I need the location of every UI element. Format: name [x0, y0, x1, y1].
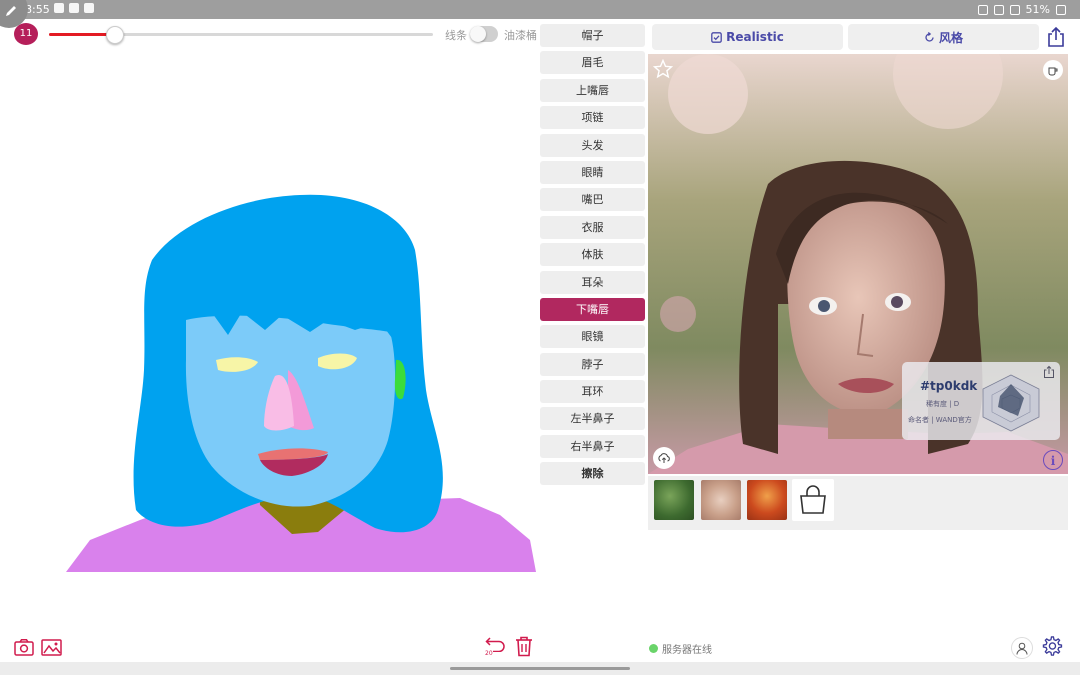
- brush-size-slider[interactable]: [49, 26, 433, 44]
- part-button[interactable]: 右半鼻子: [540, 434, 645, 458]
- thumbnail-autumn[interactable]: [747, 480, 787, 520]
- generated-image[interactable]: i #tp0kdk 稀有度 | D 命名者 | WAND官方: [648, 54, 1068, 474]
- home-gesture-pill[interactable]: [450, 667, 630, 670]
- server-status: 服务器在线: [649, 641, 712, 656]
- part-button[interactable]: 擦除: [540, 462, 645, 486]
- cup-button[interactable]: [1043, 60, 1063, 80]
- checkbox-icon: [711, 31, 722, 43]
- part-button[interactable]: 眼睛: [540, 160, 645, 184]
- thumbnail-foliage[interactable]: [654, 480, 694, 520]
- paint-mode-toggle[interactable]: [470, 26, 498, 42]
- part-button[interactable]: 眼镜: [540, 325, 645, 349]
- battery-icon: [1056, 4, 1066, 15]
- share-icon[interactable]: [1044, 25, 1068, 49]
- thumbnail-floral[interactable]: [701, 480, 741, 520]
- part-list: 帽子眉毛上嘴唇项链头发眼睛嘴巴衣服体肤耳朵下嘴唇眼镜脖子耳环左半鼻子右半鼻子擦除: [540, 24, 645, 490]
- part-button[interactable]: 衣服: [540, 215, 645, 239]
- result-namer: 命名者 | WAND官方: [908, 416, 972, 424]
- battery-level: 51%: [1025, 3, 1050, 16]
- slider-thumb[interactable]: [106, 26, 125, 44]
- image-icon[interactable]: [41, 639, 62, 656]
- result-rarity: 稀有度 | D: [926, 400, 960, 408]
- part-button[interactable]: 体肤: [540, 243, 645, 267]
- upload-button[interactable]: [653, 447, 675, 469]
- part-button[interactable]: 耳环: [540, 380, 645, 404]
- notification-image-icon: [54, 3, 64, 13]
- part-button[interactable]: 项链: [540, 106, 645, 130]
- part-button[interactable]: 眉毛: [540, 51, 645, 75]
- server-status-label: 服务器在线: [662, 645, 712, 656]
- style-label: 风格: [938, 30, 963, 45]
- realistic-mode-button[interactable]: Realistic: [652, 24, 843, 50]
- part-button[interactable]: 耳朵: [540, 270, 645, 294]
- user-icon: [1016, 642, 1028, 655]
- part-button[interactable]: 脖子: [540, 352, 645, 376]
- brush-size-badge[interactable]: 11: [14, 23, 38, 45]
- cloud-upload-icon: [658, 453, 670, 463]
- camera-icon[interactable]: [14, 639, 34, 656]
- cup-icon: [1048, 67, 1058, 76]
- notification-icons: [54, 3, 94, 13]
- network-icon: [977, 4, 988, 15]
- pen-icon: [6, 6, 16, 16]
- notification-bag-icon: [69, 3, 79, 13]
- part-button[interactable]: 头发: [540, 133, 645, 157]
- part-button[interactable]: 下嘴唇: [540, 297, 645, 321]
- lines-label: 线条: [445, 29, 467, 42]
- style-mode-button[interactable]: 风格: [848, 24, 1039, 50]
- part-button[interactable]: 嘴巴: [540, 188, 645, 212]
- refresh-icon: [925, 31, 934, 42]
- part-button[interactable]: 帽子: [540, 24, 645, 47]
- style-thumbnails: [648, 476, 1068, 530]
- notification-bag-icon: [84, 3, 94, 13]
- realistic-label: Realistic: [726, 30, 784, 44]
- result-info-card: #tp0kdk 稀有度 | D 命名者 | WAND官方: [902, 362, 1060, 440]
- status-bar: 18:55 51%: [0, 0, 1080, 19]
- attribute-radar-icon: [982, 374, 1040, 432]
- part-button[interactable]: 上嘴唇: [540, 78, 645, 102]
- slider-fill: [49, 33, 115, 36]
- paint-bucket-label: 油漆桶: [504, 29, 537, 42]
- system-icons: 51%: [977, 3, 1066, 16]
- server-status-dot: [649, 644, 658, 653]
- trash-icon[interactable]: [513, 635, 535, 657]
- bag-icon: [800, 485, 826, 514]
- info-icon[interactable]: i: [1043, 450, 1063, 470]
- shop-button[interactable]: [792, 479, 834, 521]
- mute-icon: [993, 4, 1004, 15]
- user-button[interactable]: [1011, 637, 1033, 659]
- result-id: #tp0kdk: [920, 379, 978, 393]
- wifi-icon: [1009, 4, 1020, 15]
- gear-icon[interactable]: [1040, 635, 1063, 658]
- drawing-canvas[interactable]: [60, 180, 540, 580]
- part-button[interactable]: 左半鼻子: [540, 407, 645, 431]
- star-icon[interactable]: [653, 59, 673, 79]
- undo-count: 20: [485, 650, 493, 657]
- toggle-knob: [470, 26, 486, 42]
- card-share-icon[interactable]: [1042, 365, 1056, 379]
